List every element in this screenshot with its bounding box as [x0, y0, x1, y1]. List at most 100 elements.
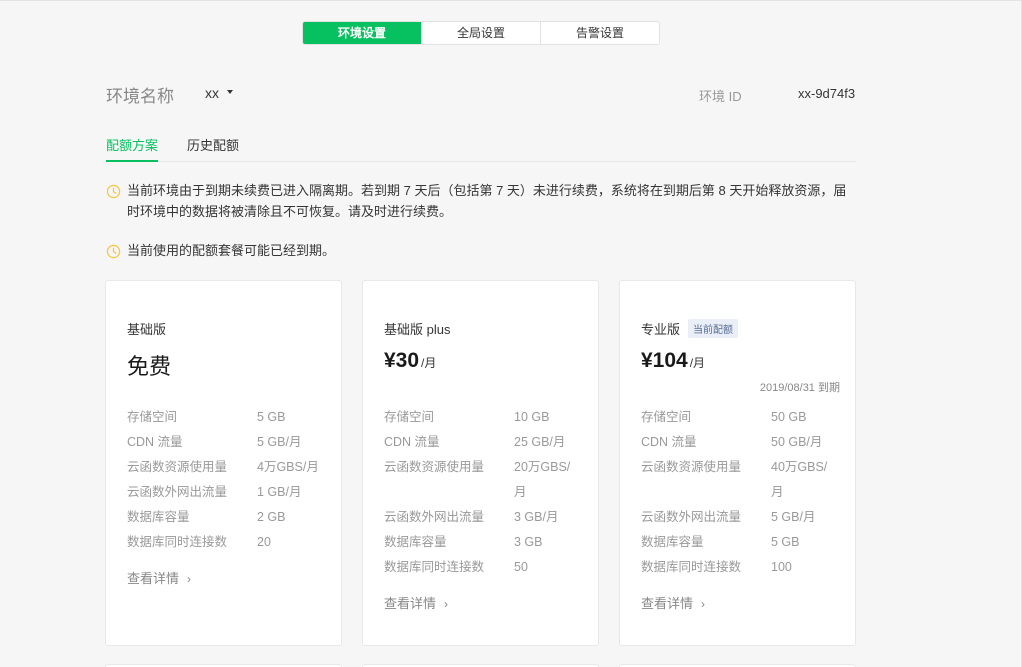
spec-key: 数据库容量	[384, 535, 447, 549]
plan-name-text: 基础版 plus	[384, 322, 451, 337]
env-id-label: 环境 ID	[699, 89, 742, 104]
spec-row: 存储空间 5 GB	[127, 405, 327, 430]
tab-quota-history[interactable]: 历史配额	[187, 138, 239, 160]
tab-global-settings[interactable]: 全局设置	[421, 22, 540, 44]
view-details-label: 查看详情	[384, 596, 437, 611]
spec-key: 数据库容量	[641, 535, 704, 549]
plan-name: 基础版	[127, 319, 166, 338]
spec-key: 数据库同时连接数	[384, 560, 485, 574]
spec-key: CDN 流量	[127, 435, 183, 449]
spec-row: 云函数外网出流量 5 GB/月	[641, 505, 837, 530]
spec-row: 数据库同时连接数 50	[384, 555, 580, 580]
spec-row: 数据库同时连接数 100	[641, 555, 837, 580]
spec-table: 存储空间 50 GB CDN 流量 50 GB/月 云函数资源使用量 40万GBS/月…	[641, 405, 837, 580]
spec-value: 50 GB/月	[771, 435, 823, 449]
sub-tabs: 配额方案 历史配额	[106, 138, 856, 162]
plan-name-text: 专业版	[641, 322, 681, 337]
spec-row: CDN 流量 5 GB/月	[127, 430, 327, 455]
spec-key: 存储空间	[641, 410, 692, 424]
price-unit: /月	[689, 356, 706, 370]
spec-value: 4万GBS/月	[257, 460, 319, 474]
spec-row: CDN 流量 25 GB/月	[384, 430, 580, 455]
spec-value: 50	[514, 560, 528, 574]
spec-value: 5 GB	[771, 535, 800, 549]
spec-key: 云函数外网出流量	[384, 510, 485, 524]
tab-alert-settings[interactable]: 告警设置	[540, 22, 659, 44]
spec-key: 数据库容量	[127, 510, 190, 524]
spec-value: 25 GB/月	[514, 435, 566, 449]
clock-icon	[106, 184, 121, 199]
plan-price: ¥30/月	[384, 349, 436, 373]
view-details-link[interactable]: 查看详情 ›	[384, 593, 448, 612]
spec-row: 存储空间 10 GB	[384, 405, 580, 430]
view-details-label: 查看详情	[127, 571, 180, 586]
plan-expiry: 2019/08/31 到期	[759, 382, 840, 394]
spec-row: 云函数外网出流量 3 GB/月	[384, 505, 580, 530]
spec-table: 存储空间 10 GB CDN 流量 25 GB/月 云函数资源使用量 20万GBS/月…	[384, 405, 580, 580]
chevron-right-icon: ›	[701, 597, 706, 611]
spec-row: 数据库容量 5 GB	[641, 530, 837, 555]
spec-row: 数据库容量 3 GB	[384, 530, 580, 555]
current-plan-badge: 当前配额	[688, 319, 739, 338]
spec-value: 5 GB	[257, 410, 286, 424]
tab-environment-settings[interactable]: 环境设置	[303, 22, 421, 44]
price-unit: /月	[421, 356, 437, 370]
plan-name: 基础版 plus	[384, 319, 450, 338]
spec-key: 云函数资源使用量	[127, 460, 228, 474]
spec-key: 存储空间	[127, 410, 178, 424]
price-value: ¥30	[384, 349, 420, 372]
spec-value: 2 GB	[257, 510, 286, 524]
spec-value: 3 GB	[514, 535, 543, 549]
caret-down-icon	[227, 90, 233, 94]
env-select[interactable]: xx	[205, 85, 233, 101]
view-details-link[interactable]: 查看详情 ›	[641, 593, 705, 612]
top-tabs: 环境设置 全局设置 告警设置	[302, 21, 660, 45]
plan-price: ¥104/月	[641, 349, 705, 373]
clock-icon	[106, 244, 121, 259]
env-select-value: xx	[205, 85, 219, 101]
tab-quota-plans[interactable]: 配额方案	[106, 138, 159, 162]
plan-card-basic-plus: 基础版 plus ¥30/月 存储空间 10 GB CDN 流量 25 GB/月 云…	[362, 280, 599, 646]
env-name-label: 环境名称	[106, 87, 174, 106]
spec-key: 数据库同时连接数	[641, 560, 742, 574]
spec-key: 云函数外网出流量	[127, 485, 228, 499]
spec-value: 20万GBS/月	[514, 460, 571, 499]
spec-row: 数据库同时连接数 20	[127, 530, 327, 555]
price-value: ¥104	[641, 349, 688, 372]
spec-row: CDN 流量 50 GB/月	[641, 430, 837, 455]
spec-key: 云函数外网出流量	[641, 510, 742, 524]
spec-row: 数据库容量 2 GB	[127, 505, 327, 530]
spec-key: 云函数资源使用量	[641, 460, 742, 474]
spec-value: 5 GB/月	[257, 435, 302, 449]
spec-value: 50 GB	[771, 410, 807, 424]
spec-value: 100	[771, 560, 792, 574]
env-id-value: xx-9d74f3	[798, 86, 856, 101]
spec-value: 10 GB	[514, 410, 550, 424]
view-details-label: 查看详情	[641, 596, 694, 611]
spec-row: 云函数资源使用量 4万GBS/月	[127, 455, 327, 480]
plan-name: 专业版 当前配额	[641, 319, 739, 338]
notice-isolation-text: 当前环境由于到期未续费已进入隔离期。若到期 7 天后（包括第 7 天）未进行续费…	[127, 183, 847, 219]
spec-key: 数据库同时连接数	[127, 535, 228, 549]
spec-key: 云函数资源使用量	[384, 460, 485, 474]
spec-row: 云函数资源使用量 20万GBS/月	[384, 455, 580, 505]
spec-value: 3 GB/月	[514, 510, 559, 524]
page: 环境设置 全局设置 告警设置 环境名称 xx 环境 ID xx-9d74f3 配…	[0, 0, 1022, 667]
plan-name-text: 基础版	[127, 322, 167, 337]
spec-key: CDN 流量	[641, 435, 697, 449]
spec-value: 20	[257, 535, 271, 549]
spec-value: 40万GBS/月	[771, 460, 828, 499]
spec-key: 存储空间	[384, 410, 435, 424]
spec-value: 1 GB/月	[257, 485, 302, 499]
plan-card-basic: 基础版 免费 存储空间 5 GB CDN 流量 5 GB/月 云函数资源使用量 4万G…	[105, 280, 342, 646]
spec-table: 存储空间 5 GB CDN 流量 5 GB/月 云函数资源使用量 4万GBS/月 云函…	[127, 405, 327, 555]
spec-key: CDN 流量	[384, 435, 440, 449]
plan-card-pro: 专业版 当前配额 ¥104/月 2019/08/31 到期 存储空间 50 GB …	[619, 280, 856, 646]
spec-row: 存储空间 50 GB	[641, 405, 837, 430]
plan-price: 免费	[127, 354, 172, 379]
notice-expired-text: 当前使用的配额套餐可能已经到期。	[127, 243, 336, 258]
spec-row: 云函数资源使用量 40万GBS/月	[641, 455, 837, 505]
spec-value: 5 GB/月	[771, 510, 816, 524]
view-details-link[interactable]: 查看详情 ›	[127, 568, 191, 587]
chevron-right-icon: ›	[444, 597, 449, 611]
